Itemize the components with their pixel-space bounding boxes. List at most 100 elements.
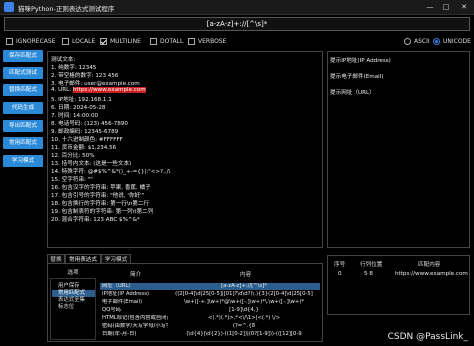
column-header: 内容 bbox=[240, 272, 252, 278]
text-line: 20. 混合字符串: 123 ABC $%^&* bbox=[51, 217, 140, 223]
flag-ignorecase[interactable]: IGNORECASE bbox=[6, 37, 55, 46]
row-content: <(.*)(.*)>.*<\/\1>|<(.*) \/> bbox=[207, 315, 281, 321]
maximize-button[interactable]: □ bbox=[440, 2, 452, 12]
app-icon bbox=[4, 2, 14, 12]
flag-label: IGNORECASE bbox=[16, 38, 56, 45]
learn-mode-button[interactable]: 学习模式 bbox=[3, 155, 43, 167]
text-line: 15. 空字符串: "" bbox=[51, 177, 93, 183]
hint-item: 提示网址（URL） bbox=[330, 90, 375, 96]
row-content: ((2[0-4]\d|25[0-5]|[01]?\d\d?)\.){3}(2[0… bbox=[175, 291, 313, 297]
export-pattern-button[interactable]: 导出匹配式 bbox=[3, 120, 43, 132]
flag-bar: IGNORECASE LOCALE MULTILINE DOTALL VERBO… bbox=[0, 35, 474, 47]
flag-label: VERBOSE bbox=[198, 38, 227, 45]
table-row[interactable]: 日期(年-月-日) (\d{4}|\d{2})-((1[0-2])|(0?[1-9… bbox=[100, 331, 320, 338]
flag-label: DOTALL bbox=[160, 38, 184, 45]
text-line: 8. 电话号码: (123) 456-7890 bbox=[51, 121, 128, 127]
match-highlight: https://www.example.com bbox=[72, 87, 146, 93]
option-item[interactable]: 表达式全集 bbox=[52, 297, 95, 304]
flag-label: LOCALE bbox=[72, 38, 96, 45]
column-header: 简介 bbox=[130, 272, 142, 278]
text-line: 9. 邮政编码: 12345-6789 bbox=[51, 129, 119, 135]
radio-label: ASCII bbox=[414, 38, 430, 45]
test-pattern-button[interactable]: 匹配式测试 bbox=[3, 67, 43, 79]
options-list: 用户保存 常用匹配式 表达式全集 标志位 bbox=[50, 278, 96, 340]
table-row[interactable]: HTML标记(包含内容或自闭合) <(.*)(.*)>.*<\/\1>|<(.*)… bbox=[100, 315, 320, 322]
text-line: 18. 包含换行的字符串: 第一行\n第二行 bbox=[51, 201, 150, 207]
row-name: 日期(年-月-日) bbox=[102, 331, 137, 337]
option-item[interactable]: 标志位 bbox=[52, 304, 95, 311]
save-pattern-button[interactable]: 保存匹配式 bbox=[3, 50, 43, 62]
checkbox-icon bbox=[62, 38, 69, 45]
row-name: QQ号码 bbox=[102, 307, 121, 313]
common-patterns-button[interactable]: 常用匹配式 bbox=[3, 137, 43, 149]
checkbox-icon bbox=[6, 38, 13, 45]
row-content: (\d{4}|\d{2})-((1[0-2])|(0?[1-9]))-(([12… bbox=[186, 331, 302, 337]
text-line: 7. 时间: 14:00:00 bbox=[51, 113, 99, 119]
hint-panel: 提示IP地址(IP Address) 提示电子邮件(Email) 提示网址（UR… bbox=[327, 51, 470, 248]
table-row[interactable]: 密码(由数字/大写字母/小写字母/标点符 (?=^.{8 bbox=[100, 323, 320, 330]
close-button[interactable]: ✕ bbox=[458, 2, 470, 12]
match-results-table: 序号 行列位置 匹配内容 0 5 8 https://www.example.c… bbox=[327, 255, 470, 315]
column-header: 行列位置 bbox=[360, 262, 383, 268]
option-item[interactable]: 用户保存 bbox=[52, 283, 95, 290]
checkbox-icon bbox=[150, 38, 157, 45]
row-content: \w+([-+.]\w+)*@\w+([-.]\w+)*\.\w+([-.]\w… bbox=[183, 299, 305, 305]
text-line: 测试文本: bbox=[51, 57, 76, 63]
radio-checked-icon bbox=[433, 38, 440, 45]
row-name: 电子邮件(Email) bbox=[102, 299, 143, 305]
text-line: 12. 百分比: 50% bbox=[51, 153, 95, 159]
hint-item: 提示电子邮件(Email) bbox=[330, 74, 384, 80]
text-line: 2. 带空格的数字: 123 456 bbox=[51, 73, 119, 79]
flag-multiline[interactable]: MULTILINE bbox=[100, 37, 141, 46]
table-row-selected[interactable]: 网址（URL） [a-zA-z]+://[^\s]* bbox=[100, 283, 320, 290]
match-content: https://www.example.com bbox=[395, 271, 468, 277]
app-window: 猫咪Python-正则表达式测试程序 — □ ✕ [a-zA-z]+://[^\… bbox=[0, 0, 474, 346]
match-index: 0 bbox=[338, 271, 342, 277]
common-expressions-panel: 选项 用户保存 常用匹配式 表达式全集 标志位 简介 内容 网址（URL） [a-… bbox=[47, 263, 323, 342]
generate-code-button[interactable]: 代码生成 bbox=[3, 102, 43, 114]
minimize-button[interactable]: — bbox=[424, 2, 436, 12]
text-line: 11. 货币金额: $1,234.56 bbox=[51, 145, 117, 151]
text-line: 10. 十六进制颜色: #FFFFFF bbox=[51, 137, 123, 143]
row-name: 网址（URL） bbox=[102, 283, 134, 289]
column-header: 序号 bbox=[334, 262, 346, 268]
text-line: 14. 特殊字符: @#$%^&*()_+-={}|:"<>?,./\ bbox=[51, 169, 171, 175]
match-position: 5 8 bbox=[364, 271, 373, 277]
option-item-selected[interactable]: 常用匹配式 bbox=[52, 290, 95, 297]
flag-locale[interactable]: LOCALE bbox=[62, 37, 95, 46]
radio-unicode[interactable]: UNICODE bbox=[433, 37, 471, 46]
table-row[interactable]: QQ号码 [1-9]\d{4,} bbox=[100, 307, 320, 314]
row-content: [a-zA-z]+://[^\s]* bbox=[221, 283, 267, 289]
table-row[interactable]: IP地址(IP Address) ((2[0-4]\d|25[0-5]|[01]?… bbox=[100, 291, 320, 298]
text-line: 5. IP地址: 192.168.1.1 bbox=[51, 97, 112, 103]
title-bar: 猫咪Python-正则表达式测试程序 — □ ✕ bbox=[0, 0, 474, 15]
checkbox-checked-icon bbox=[100, 38, 107, 45]
column-header: 匹配内容 bbox=[418, 262, 441, 268]
text-line-url: 4. URL: https://www.example.com bbox=[51, 87, 146, 93]
watermark: CSDN @PassLink_ bbox=[387, 332, 468, 342]
window-title: 猫咪Python-正则表达式测试程序 bbox=[18, 5, 115, 13]
flag-label: MULTILINE bbox=[110, 38, 141, 45]
radio-icon bbox=[404, 38, 411, 45]
text-line: 3. 电子邮件: user@example.com bbox=[51, 81, 140, 87]
row-content: [1-9]\d{4,} bbox=[229, 307, 259, 313]
row-name: HTML标记(包含内容或自闭合) bbox=[102, 315, 168, 321]
row-content: (?=^.{8 bbox=[232, 323, 256, 329]
text-line: 6. 日期: 2024-05-28 bbox=[51, 105, 106, 111]
radio-ascii[interactable]: ASCII bbox=[404, 37, 430, 46]
regex-input[interactable]: [a-zA-z]+://[^\s]* bbox=[4, 17, 470, 31]
text-line: 16. 包含汉字的字符串: 苹果, 香蕉, 橘子 bbox=[51, 185, 151, 191]
test-text-area[interactable]: 测试文本: 1. 纯数字: 12345 2. 带空格的数字: 123 456 3… bbox=[47, 51, 323, 248]
hint-item: 提示IP地址(IP Address) bbox=[330, 58, 391, 64]
text-line: 13. 括号内文本: (这是一些文本) bbox=[51, 161, 132, 167]
text-line: 17. 包含引号的字符串: "他说, '你好'" bbox=[51, 193, 145, 199]
patterns-table: 简介 内容 网址（URL） [a-zA-z]+://[^\s]* IP地址(IP … bbox=[100, 266, 320, 340]
flag-dotall[interactable]: DOTALL bbox=[150, 37, 183, 46]
table-row[interactable]: 电子邮件(Email) \w+([-+.]\w+)*@\w+([-.]\w+)*\… bbox=[100, 299, 320, 306]
flag-verbose[interactable]: VERBOSE bbox=[188, 37, 226, 46]
radio-label: UNICODE bbox=[443, 38, 471, 45]
text-line: 1. 纯数字: 12345 bbox=[51, 65, 97, 71]
row-name: 密码(由数字/大写字母/小写字母/标点符 bbox=[102, 323, 168, 329]
text-line: 19. 包含制表符的字符串: 第一列\t第二列 bbox=[51, 209, 154, 215]
replace-pattern-button[interactable]: 替换匹配式 bbox=[3, 84, 43, 96]
